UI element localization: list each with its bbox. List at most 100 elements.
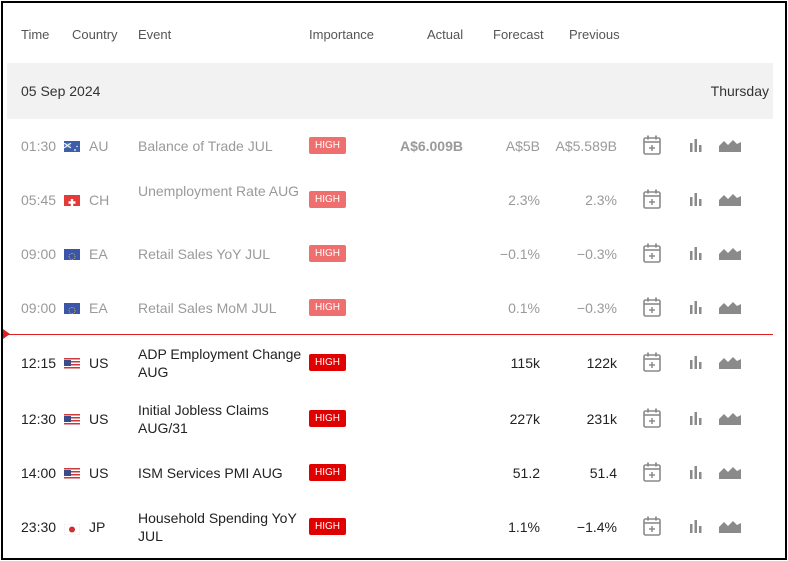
area-chart-icon[interactable] xyxy=(719,300,741,317)
actual-value: A$6.009B xyxy=(399,138,463,154)
country-code: JP xyxy=(89,519,106,535)
event-name[interactable]: Retail Sales MoM JUL xyxy=(138,299,308,317)
switzerland-flag-icon xyxy=(64,195,80,206)
add-to-calendar-icon[interactable] xyxy=(643,297,661,320)
event-name[interactable]: Initial Jobless Claims AUG/31 xyxy=(138,401,308,437)
row-actions xyxy=(643,462,747,482)
previous-value: −0.3% xyxy=(576,300,617,316)
add-to-calendar-icon[interactable] xyxy=(643,135,661,158)
importance-badge: HIGH xyxy=(309,354,346,371)
row-actions xyxy=(643,243,747,263)
event-name[interactable]: Balance of Trade JUL xyxy=(138,137,308,155)
euro-area-flag-icon xyxy=(64,249,80,260)
forecast-value: 227k xyxy=(509,411,540,427)
forecast-value: −0.1% xyxy=(499,246,540,262)
country-code: EA xyxy=(89,300,108,316)
area-chart-icon[interactable] xyxy=(719,192,741,209)
country-code: CH xyxy=(89,192,110,208)
table-row[interactable]: 14:00 US ISM Services PMI AUG HIGH 51.2 51.4 xyxy=(7,446,773,500)
importance-badge: HIGH xyxy=(309,299,346,316)
row-actions xyxy=(643,297,747,317)
bar-chart-icon[interactable] xyxy=(689,300,703,317)
add-to-calendar-icon[interactable] xyxy=(643,408,661,431)
bar-chart-icon[interactable] xyxy=(689,192,703,209)
header-forecast[interactable]: Forecast xyxy=(493,27,544,42)
table-row[interactable]: 12:30 US Initial Jobless Claims AUG/31 HIGH… xyxy=(7,391,773,446)
table-row[interactable]: 23:30 JP Household Spending YoY JUL HIGH 1.1… xyxy=(7,500,773,554)
add-to-calendar-icon[interactable] xyxy=(643,516,661,539)
area-chart-icon[interactable] xyxy=(719,138,741,155)
event-time: 23:30 xyxy=(21,519,57,535)
date-group-header: 05 Sep 2024 Thursday xyxy=(7,63,773,119)
table-row[interactable]: 05:45 CH Unemployment Rate AUG HIGH 2.3% 2.3% xyxy=(7,173,773,227)
previous-value: −0.3% xyxy=(576,246,617,262)
event-time: 12:30 xyxy=(21,411,57,427)
forecast-value: A$5B xyxy=(505,138,540,154)
area-chart-icon[interactable] xyxy=(719,465,741,482)
country-code: US xyxy=(89,465,109,481)
importance-badge: HIGH xyxy=(309,410,346,427)
add-to-calendar-icon[interactable] xyxy=(643,189,661,212)
area-chart-icon[interactable] xyxy=(719,246,741,263)
header-country[interactable]: Country xyxy=(72,27,118,42)
table-header: Time Country Event Importance Actual For… xyxy=(7,5,773,63)
bar-chart-icon[interactable] xyxy=(689,246,703,263)
row-actions xyxy=(643,189,747,209)
calendar-frame: Time Country Event Importance Actual For… xyxy=(1,1,787,560)
row-actions xyxy=(643,516,747,536)
importance-badge: HIGH xyxy=(309,245,346,262)
event-name[interactable]: Unemployment Rate AUG xyxy=(138,182,308,200)
event-name[interactable]: Retail Sales YoY JUL xyxy=(138,245,308,263)
country-code: AU xyxy=(89,138,109,154)
bar-chart-icon[interactable] xyxy=(689,465,703,482)
header-previous[interactable]: Previous xyxy=(569,27,620,42)
add-to-calendar-icon[interactable] xyxy=(643,243,661,266)
country-code: US xyxy=(89,355,109,371)
table-row[interactable]: 09:00 EA Retail Sales MoM JUL HIGH 0.1% −0.3% xyxy=(7,281,773,334)
weekday-label: Thursday xyxy=(710,83,769,99)
area-chart-icon[interactable] xyxy=(719,519,741,536)
previous-value: −1.4% xyxy=(576,519,617,535)
bar-chart-icon[interactable] xyxy=(689,519,703,536)
table-row[interactable]: 09:00 EA Retail Sales YoY JUL HIGH −0.1% −0.3… xyxy=(7,227,773,281)
previous-value: 231k xyxy=(586,411,617,427)
economic-calendar-table: Time Country Event Importance Actual For… xyxy=(3,5,773,554)
importance-badge: HIGH xyxy=(309,137,346,154)
bar-chart-icon[interactable] xyxy=(689,411,703,428)
area-chart-icon[interactable] xyxy=(719,355,741,372)
event-name[interactable]: Household Spending YoY JUL xyxy=(138,509,308,545)
previous-value: 122k xyxy=(586,355,617,371)
bar-chart-icon[interactable] xyxy=(689,138,703,155)
event-name[interactable]: ADP Employment Change AUG xyxy=(138,345,308,381)
area-chart-icon[interactable] xyxy=(719,411,741,428)
header-actual[interactable]: Actual xyxy=(427,27,463,42)
previous-value: 2.3% xyxy=(585,192,617,208)
table-row[interactable]: 12:15 US ADP Employment Change AUG HIGH 115k… xyxy=(7,335,773,391)
forecast-value: 51.2 xyxy=(512,465,540,481)
header-time[interactable]: Time xyxy=(21,27,49,42)
us-flag-icon xyxy=(64,414,80,425)
forecast-value: 1.1% xyxy=(508,519,540,535)
event-time: 01:30 xyxy=(21,138,57,154)
forecast-value: 2.3% xyxy=(508,192,540,208)
add-to-calendar-icon[interactable] xyxy=(643,462,661,485)
event-name[interactable]: ISM Services PMI AUG xyxy=(138,464,308,482)
importance-badge: HIGH xyxy=(309,518,346,535)
event-time: 09:00 xyxy=(21,246,57,262)
event-rows: 01:30 AU Balance of Trade JUL HIGH A$6.009B A… xyxy=(3,119,773,554)
country-code: EA xyxy=(89,246,108,262)
importance-badge: HIGH xyxy=(309,191,346,208)
japan-flag-icon xyxy=(63,522,81,536)
table-row[interactable]: 01:30 AU Balance of Trade JUL HIGH A$6.009B A… xyxy=(7,119,773,173)
row-actions xyxy=(643,135,747,155)
previous-value: A$5.589B xyxy=(555,138,618,154)
importance-badge: HIGH xyxy=(309,464,346,481)
header-event[interactable]: Event xyxy=(138,27,171,42)
header-importance[interactable]: Importance xyxy=(309,27,374,42)
bar-chart-icon[interactable] xyxy=(689,355,703,372)
forecast-value: 0.1% xyxy=(508,300,540,316)
date-label: 05 Sep 2024 xyxy=(21,83,101,99)
add-to-calendar-icon[interactable] xyxy=(643,352,661,375)
euro-area-flag-icon xyxy=(64,303,80,314)
event-time: 12:15 xyxy=(21,355,57,371)
